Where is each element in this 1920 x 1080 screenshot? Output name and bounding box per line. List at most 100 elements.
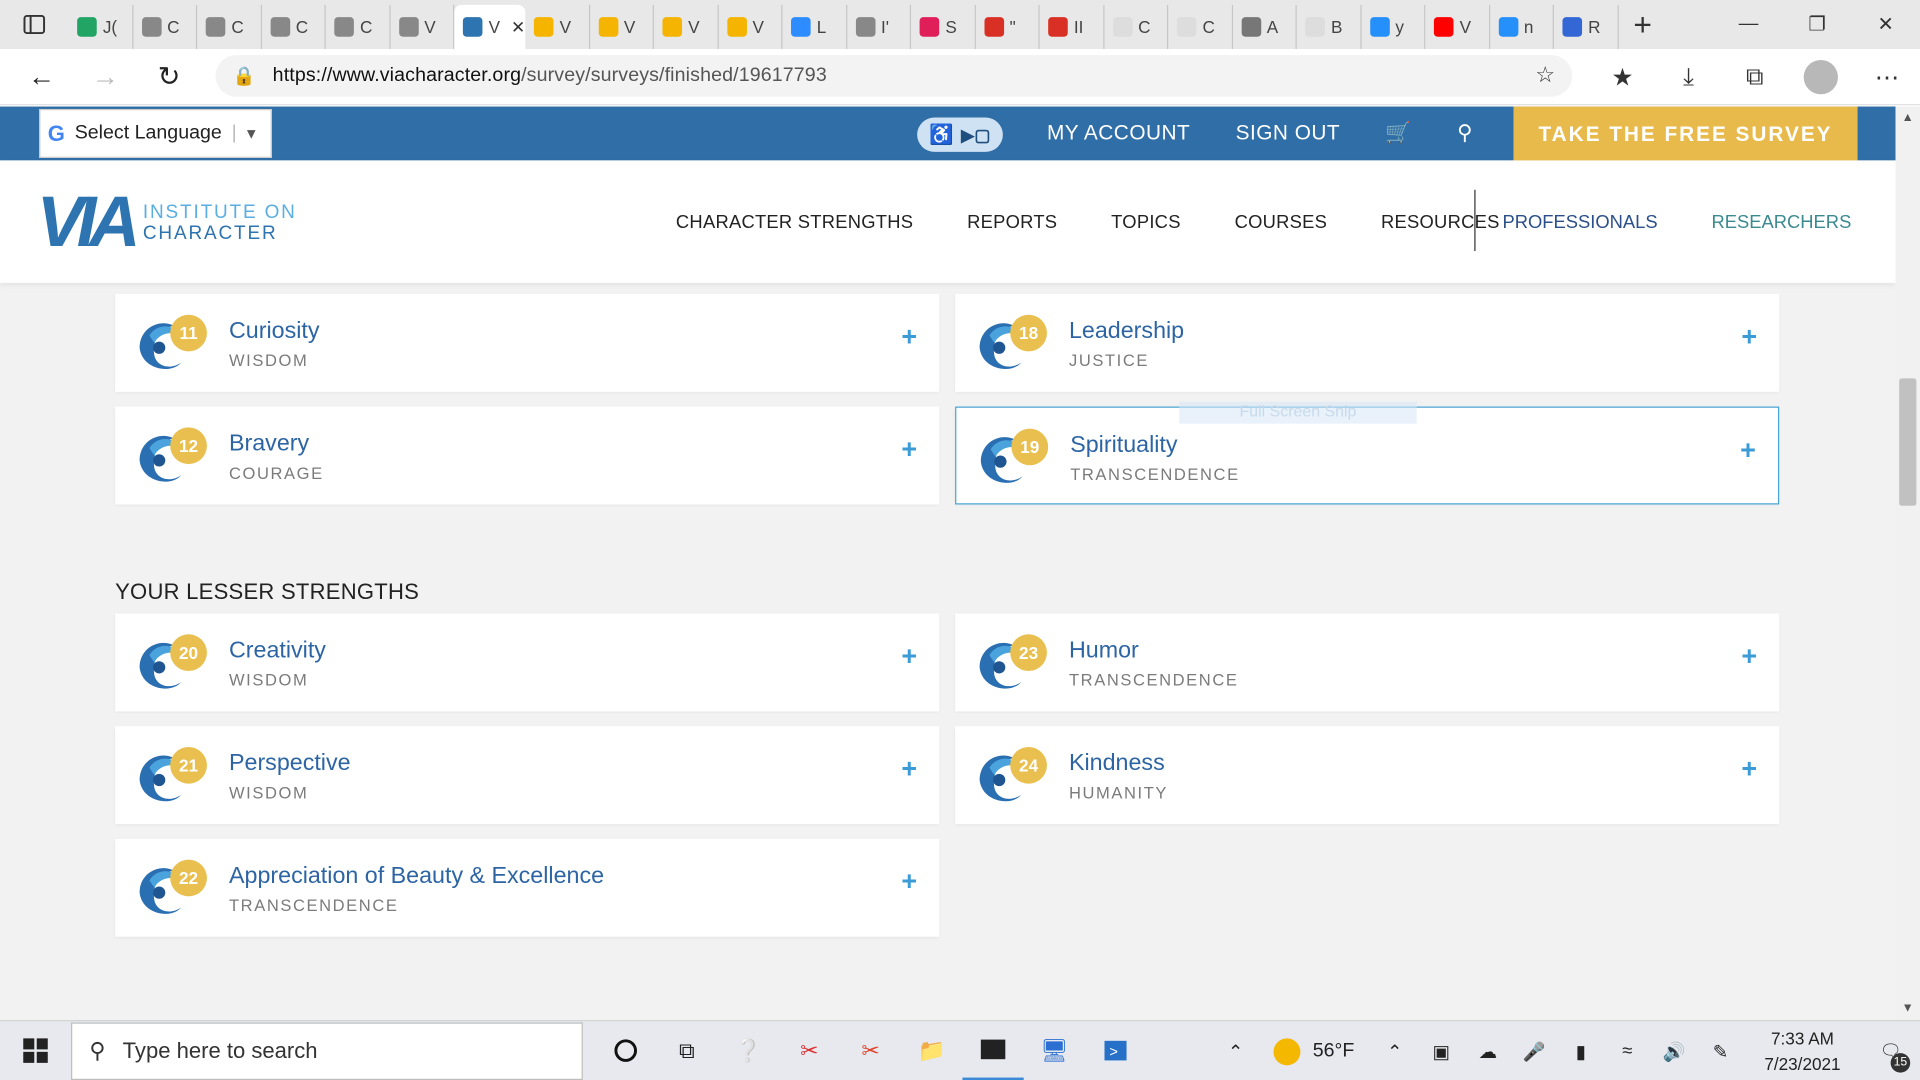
add-favorite-icon[interactable]: ☆	[1535, 62, 1555, 88]
my-account-link[interactable]: MY ACCOUNT	[1047, 121, 1190, 145]
strength-name[interactable]: Appreciation of Beauty & Excellence	[229, 863, 604, 890]
minimize-button[interactable]: —	[1714, 0, 1783, 49]
volume-icon[interactable]: 🔊	[1651, 1040, 1698, 1062]
strength-card[interactable]: 20 Creativity WISDOM +	[115, 613, 940, 712]
back-button[interactable]: ←	[10, 52, 74, 101]
microphone-icon[interactable]: 🎤	[1511, 1040, 1558, 1062]
browser-tab[interactable]: C	[133, 4, 198, 49]
more-menu-icon[interactable]: ⋯	[1854, 49, 1920, 105]
get-help-icon[interactable]: ❔	[718, 1021, 779, 1080]
notification-center-icon[interactable]: 🗨 15	[1861, 1041, 1920, 1073]
favorites-icon[interactable]: ★	[1589, 49, 1655, 105]
collections-icon[interactable]: ⧉	[1722, 49, 1788, 105]
strength-name[interactable]: Spirituality	[1070, 432, 1177, 459]
strength-name[interactable]: Leadership	[1069, 318, 1184, 345]
nav-researchers[interactable]: RESEARCHERS	[1711, 211, 1851, 232]
battery-icon[interactable]: ▮	[1558, 1040, 1605, 1062]
strength-name[interactable]: Curiosity	[229, 318, 319, 345]
expand-plus-icon[interactable]: +	[1740, 435, 1756, 467]
nav-topics[interactable]: TOPICS	[1111, 211, 1181, 232]
address-bar[interactable]: 🔒 https://www.viacharacter.org/survey/su…	[215, 55, 1573, 97]
browser-tab[interactable]: V	[390, 4, 455, 49]
cart-icon[interactable]: 🛒	[1385, 121, 1411, 145]
strength-name[interactable]: Kindness	[1069, 751, 1165, 778]
strength-name[interactable]: Humor	[1069, 638, 1139, 665]
strength-card[interactable]: 12 Bravery COURAGE +	[115, 406, 940, 505]
downloads-icon[interactable]: ⤓	[1656, 49, 1722, 105]
onedrive-icon[interactable]: ☁	[1465, 1040, 1512, 1062]
expand-plus-icon[interactable]: +	[901, 640, 917, 672]
clock[interactable]: 7:33 AM 7/23/2021	[1744, 1026, 1862, 1077]
sign-out-link[interactable]: SIGN OUT	[1236, 121, 1341, 145]
terminal-icon[interactable]	[962, 1021, 1024, 1080]
refresh-button[interactable]: ↻	[137, 52, 201, 101]
powershell-icon[interactable]: >	[1085, 1021, 1146, 1080]
close-window-button[interactable]: ✕	[1851, 0, 1920, 49]
browser-tab[interactable]: C	[197, 4, 262, 49]
via-logo[interactable]: VIA INSTITUTE ON CHARACTER	[37, 187, 297, 258]
language-select[interactable]: G Select Language | ▼	[39, 108, 272, 158]
show-hidden-icons[interactable]: ⌃	[1371, 1040, 1418, 1062]
browser-tab[interactable]: n	[1490, 4, 1554, 49]
nav-professionals[interactable]: PROFESSIONALS	[1502, 211, 1657, 232]
wifi-icon[interactable]: ≈	[1604, 1041, 1651, 1062]
browser-tab[interactable]: S	[911, 4, 976, 49]
scroll-down-icon[interactable]: ▼	[1902, 1002, 1914, 1015]
browser-tab[interactable]: y	[1361, 4, 1426, 49]
strength-name[interactable]: Perspective	[229, 751, 351, 778]
browser-tab[interactable]: I'	[847, 4, 912, 49]
strength-card[interactable]: 21 Perspective WISDOM +	[115, 726, 940, 825]
start-button[interactable]	[0, 1021, 71, 1080]
weather-widget[interactable]: 56°F	[1273, 1037, 1354, 1065]
forward-button[interactable]: →	[73, 52, 137, 101]
nav-resources[interactable]: RESOURCES	[1381, 211, 1500, 232]
snip-sketch-icon[interactable]: ✂	[840, 1021, 901, 1080]
accessibility-icon[interactable]: ♿ ▶▢	[917, 117, 1003, 152]
strength-card[interactable]: 24 Kindness HUMANITY +	[955, 726, 1780, 825]
close-tab-icon[interactable]: ✕	[511, 17, 525, 38]
nav-character-strengths[interactable]: CHARACTER STRENGTHS	[676, 211, 913, 232]
strength-card[interactable]: 11 Curiosity WISDOM +	[115, 293, 940, 392]
page-scrollbar[interactable]: ▲ ▼	[1895, 106, 1920, 1021]
restore-button[interactable]: ❐	[1783, 0, 1852, 49]
taskbar-search[interactable]: ⚲ Type here to search	[71, 1021, 583, 1080]
browser-tab[interactable]: R	[1554, 4, 1619, 49]
browser-tab[interactable]: V	[525, 4, 590, 49]
strength-name[interactable]: Bravery	[229, 431, 309, 458]
strength-card[interactable]: 18 Leadership JUSTICE +	[955, 293, 1780, 392]
scroll-thumb[interactable]	[1899, 378, 1917, 506]
url-text[interactable]: https://www.viacharacter.org/survey/surv…	[273, 65, 827, 87]
browser-tab[interactable]: "	[975, 4, 1040, 49]
browser-tab[interactable]: V	[654, 4, 719, 49]
browser-tab[interactable]: C	[1104, 4, 1169, 49]
expand-plus-icon[interactable]: +	[1741, 321, 1757, 353]
browser-tab[interactable]: V	[1425, 4, 1490, 49]
profile-avatar[interactable]	[1803, 60, 1838, 95]
expand-plus-icon[interactable]: +	[901, 433, 917, 465]
new-tab-button[interactable]: +	[1618, 0, 1667, 49]
expand-plus-icon[interactable]: +	[901, 866, 917, 898]
expand-plus-icon[interactable]: +	[1741, 753, 1757, 785]
browser-tab[interactable]: II	[1040, 4, 1104, 49]
network-app-icon[interactable]: 🖥	[1024, 1021, 1085, 1080]
file-explorer-icon[interactable]: 📁	[901, 1021, 962, 1080]
snipping-tool-icon[interactable]: ✂	[779, 1021, 840, 1080]
task-view-icon[interactable]: ⧉	[656, 1021, 717, 1080]
browser-tab[interactable]: C	[326, 4, 391, 49]
strength-card[interactable]: 22 Appreciation of Beauty & Excellence TRA…	[115, 838, 940, 937]
strength-name[interactable]: Creativity	[229, 638, 326, 665]
lock-icon[interactable]: 🔒	[233, 65, 256, 87]
browser-tab[interactable]: V	[590, 4, 654, 49]
expand-plus-icon[interactable]: +	[901, 321, 917, 353]
take-survey-button[interactable]: TAKE THE FREE SURVEY	[1513, 106, 1858, 163]
scroll-up-icon[interactable]: ▲	[1902, 111, 1914, 124]
expand-plus-icon[interactable]: +	[901, 753, 917, 785]
tab-actions-button[interactable]	[0, 0, 69, 49]
browser-tab[interactable]: V	[718, 4, 783, 49]
meet-now-icon[interactable]: ▣	[1418, 1040, 1465, 1062]
strength-card[interactable]: 23 Humor TRANSCENDENCE +	[955, 613, 1780, 712]
browser-tab[interactable]: C	[1168, 4, 1233, 49]
browser-tab[interactable]: V ✕	[454, 4, 526, 49]
browser-tab[interactable]: J(	[69, 4, 133, 49]
chevron-up-icon[interactable]: ⌃	[1222, 1040, 1249, 1062]
